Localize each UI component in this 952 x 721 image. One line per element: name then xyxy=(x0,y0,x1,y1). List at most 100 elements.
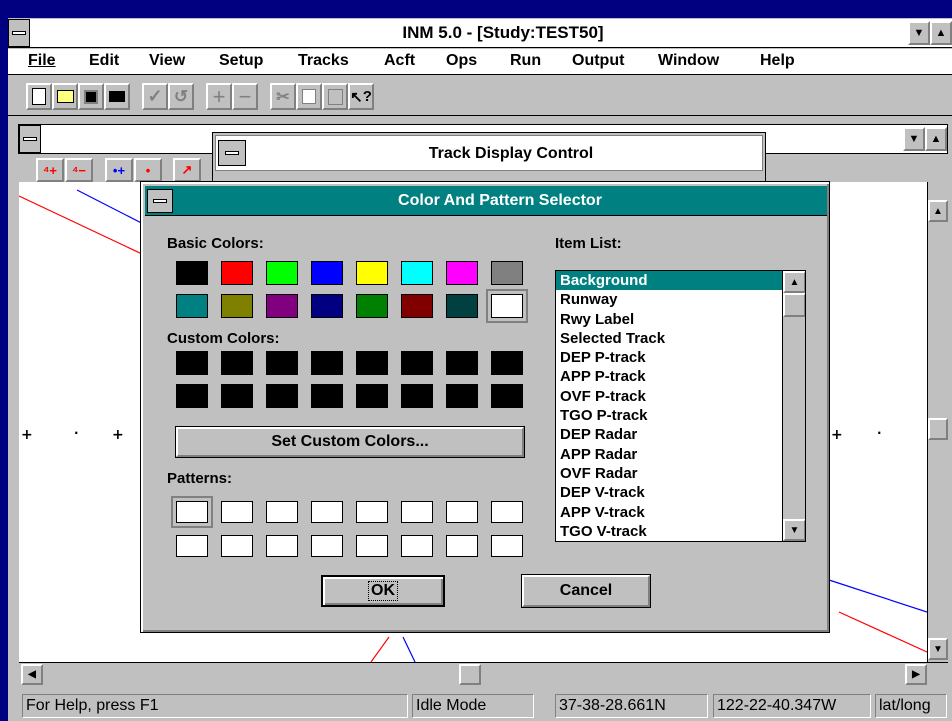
pattern-swatch[interactable] xyxy=(311,501,343,523)
custom-color-swatch[interactable] xyxy=(176,351,208,375)
custom-color-swatch[interactable] xyxy=(311,384,343,408)
pattern-swatch[interactable] xyxy=(266,535,298,557)
menu-window[interactable]: Window xyxy=(658,52,719,70)
print-icon[interactable] xyxy=(104,83,130,110)
custom-color-swatch[interactable] xyxy=(401,384,433,408)
basic-color-swatch[interactable] xyxy=(486,289,528,323)
menu-tracks[interactable]: Tracks xyxy=(298,52,349,70)
maximize-icon[interactable]: ▲ xyxy=(930,21,952,45)
point-icon[interactable]: • xyxy=(134,158,162,182)
scroll-right-icon[interactable]: ▶ xyxy=(905,664,927,685)
pattern-swatch[interactable] xyxy=(491,501,523,523)
basic-color-swatch[interactable] xyxy=(446,261,478,285)
item-list-scrollbar[interactable]: ▲ ▼ xyxy=(782,271,805,541)
basic-color-swatch[interactable] xyxy=(266,294,298,318)
basic-color-swatch[interactable] xyxy=(356,294,388,318)
list-item[interactable]: TGO V-track xyxy=(556,522,782,541)
context-help-icon[interactable]: ↖? xyxy=(348,83,374,110)
track-display-system-icon[interactable] xyxy=(218,140,246,166)
pattern-swatch[interactable] xyxy=(356,535,388,557)
basic-color-swatch[interactable] xyxy=(176,294,208,318)
menu-output[interactable]: Output xyxy=(572,52,624,70)
menu-help[interactable]: Help xyxy=(760,52,795,70)
basic-color-swatch[interactable] xyxy=(446,294,478,318)
pattern-swatch[interactable] xyxy=(491,535,523,557)
list-item[interactable]: APP P-track xyxy=(556,367,782,386)
menu-setup[interactable]: Setup xyxy=(219,52,263,70)
basic-color-swatch[interactable] xyxy=(401,261,433,285)
custom-color-swatch[interactable] xyxy=(266,351,298,375)
custom-color-swatch[interactable] xyxy=(446,384,478,408)
list-item[interactable]: Selected Track xyxy=(556,329,782,348)
basic-color-swatch[interactable] xyxy=(311,261,343,285)
map-minimize-icon[interactable]: ▼ xyxy=(903,127,925,151)
undo-icon[interactable]: ↺ xyxy=(168,83,194,110)
basic-color-swatch[interactable] xyxy=(176,261,208,285)
map-system-menu-icon[interactable] xyxy=(19,125,41,153)
list-item[interactable]: APP Radar xyxy=(556,445,782,464)
vscroll-thumb[interactable] xyxy=(928,418,948,440)
pattern-swatch[interactable] xyxy=(446,535,478,557)
list-item[interactable]: DEP V-track xyxy=(556,483,782,502)
item-list[interactable]: Background Runway Rwy Label Selected Track D… xyxy=(555,270,806,542)
remove-track-icon[interactable]: ⁴− xyxy=(65,158,93,182)
scroll-down-icon[interactable]: ▼ xyxy=(928,638,948,660)
cut-icon[interactable]: ✂ xyxy=(270,83,296,110)
basic-color-swatch[interactable] xyxy=(401,294,433,318)
pattern-swatch[interactable] xyxy=(446,501,478,523)
remove-icon[interactable]: − xyxy=(232,83,258,110)
custom-color-swatch[interactable] xyxy=(446,351,478,375)
add-track-icon[interactable]: ⁴+ xyxy=(36,158,64,182)
list-scroll-up-icon[interactable]: ▲ xyxy=(783,271,805,293)
pattern-swatch[interactable] xyxy=(311,535,343,557)
color-dialog-titlebar[interactable]: Color And Pattern Selector xyxy=(145,186,827,216)
pattern-swatch[interactable] xyxy=(171,496,213,528)
check-icon[interactable]: ✓ xyxy=(142,83,168,110)
custom-color-swatch[interactable] xyxy=(491,384,523,408)
map-hscrollbar[interactable]: ◀ ▶ xyxy=(19,662,948,686)
map-vscrollbar[interactable]: ▲ ▼ xyxy=(927,182,948,662)
add-icon[interactable]: + xyxy=(206,83,232,110)
menu-acft[interactable]: Acft xyxy=(384,52,415,70)
new-file-icon[interactable] xyxy=(26,83,52,110)
scroll-left-icon[interactable]: ◀ xyxy=(21,664,43,685)
custom-color-swatch[interactable] xyxy=(491,351,523,375)
ok-button[interactable]: OK xyxy=(321,575,445,607)
list-item[interactable]: Rwy Label xyxy=(556,310,782,329)
list-item[interactable]: Runway xyxy=(556,290,782,309)
cancel-button[interactable]: Cancel xyxy=(522,575,650,607)
pattern-swatch[interactable] xyxy=(356,501,388,523)
pattern-swatch[interactable] xyxy=(221,501,253,523)
custom-color-swatch[interactable] xyxy=(221,351,253,375)
custom-color-swatch[interactable] xyxy=(266,384,298,408)
paste-icon[interactable] xyxy=(322,83,348,110)
add-point-icon[interactable]: •+ xyxy=(105,158,133,182)
basic-color-swatch[interactable] xyxy=(311,294,343,318)
scroll-up-icon[interactable]: ▲ xyxy=(928,200,948,222)
hscroll-thumb[interactable] xyxy=(459,664,481,685)
menu-ops[interactable]: Ops xyxy=(446,52,477,70)
custom-color-swatch[interactable] xyxy=(356,384,388,408)
menu-file[interactable]: File xyxy=(28,52,56,70)
custom-color-swatch[interactable] xyxy=(176,384,208,408)
basic-color-swatch[interactable] xyxy=(221,294,253,318)
menu-run[interactable]: Run xyxy=(510,52,541,70)
pattern-swatch[interactable] xyxy=(176,535,208,557)
pattern-swatch[interactable] xyxy=(401,535,433,557)
set-custom-colors-button[interactable]: Set Custom Colors... xyxy=(176,427,524,457)
list-scroll-down-icon[interactable]: ▼ xyxy=(783,519,805,541)
pattern-swatch[interactable] xyxy=(221,535,253,557)
custom-color-swatch[interactable] xyxy=(401,351,433,375)
basic-color-swatch[interactable] xyxy=(356,261,388,285)
track-display-window[interactable]: Track Display Control xyxy=(212,132,766,182)
copy-icon[interactable] xyxy=(296,83,322,110)
list-item[interactable]: DEP Radar xyxy=(556,425,782,444)
basic-color-swatch[interactable] xyxy=(266,261,298,285)
pattern-swatch[interactable] xyxy=(401,501,433,523)
app-system-menu-icon[interactable] xyxy=(8,19,30,47)
list-item[interactable]: APP V-track xyxy=(556,503,782,522)
list-item[interactable]: DEP P-track xyxy=(556,348,782,367)
list-item[interactable]: Background xyxy=(556,271,782,291)
map-maximize-icon[interactable]: ▲ xyxy=(925,127,947,151)
basic-color-swatch[interactable] xyxy=(221,261,253,285)
